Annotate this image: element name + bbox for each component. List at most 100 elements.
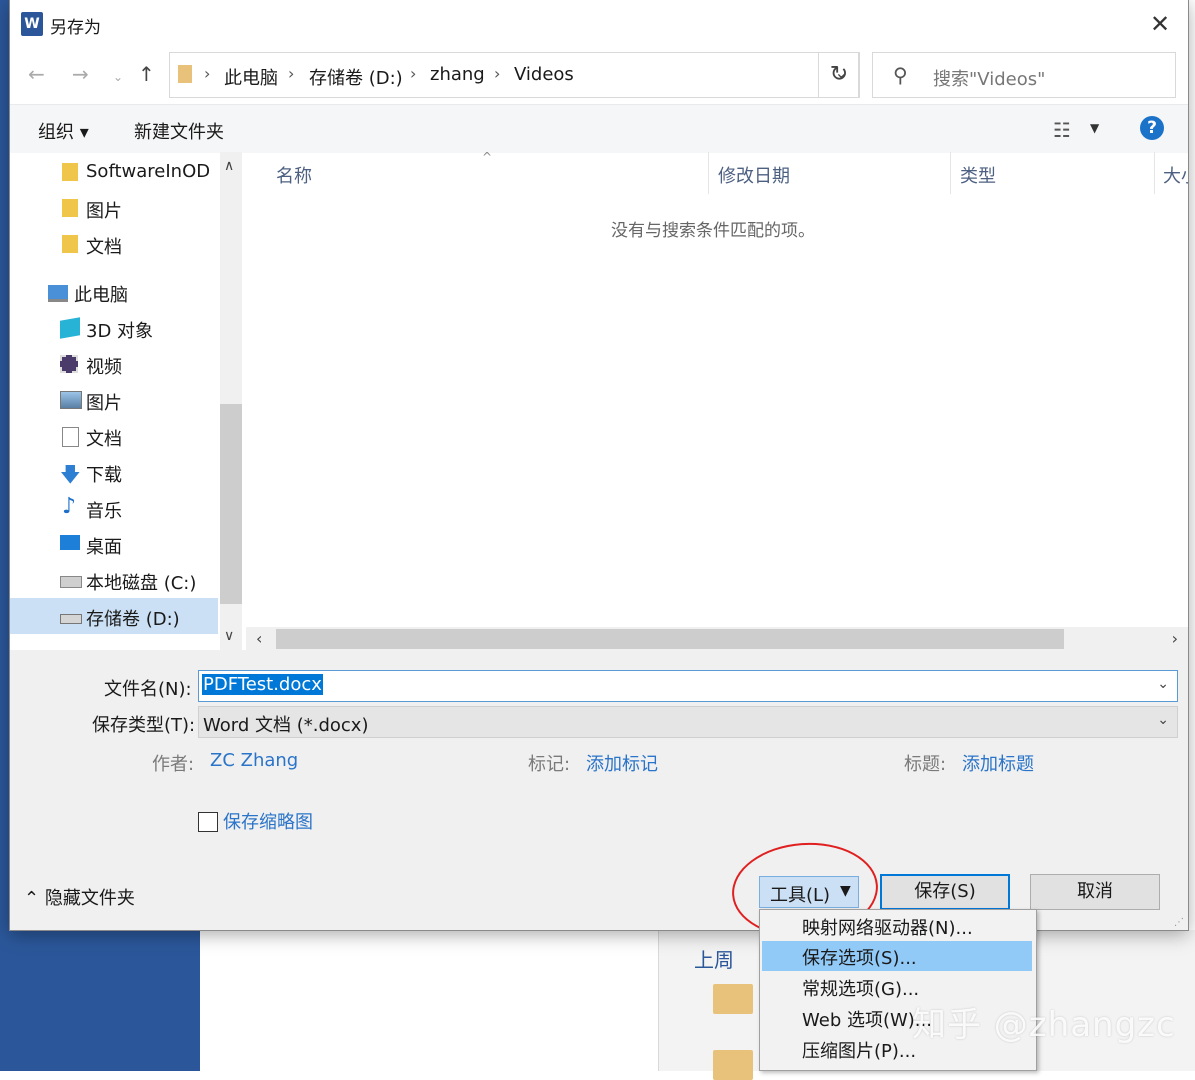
column-header-size[interactable]: 大小 xyxy=(1163,162,1188,188)
address-bar[interactable]: › 此电脑 › 存储卷 (D:) › zhang › Videos ⌄ xyxy=(169,52,859,98)
search-input[interactable]: ⚲ 搜索"Videos" xyxy=(872,52,1176,98)
chevron-down-icon[interactable]: ⌄ xyxy=(1157,676,1169,692)
download-icon: 🡇 xyxy=(60,462,81,486)
up-folder-button[interactable]: ↑ xyxy=(138,62,155,86)
sidebar-item-softwareinod[interactable]: SoftwareInOD xyxy=(10,154,218,190)
author-value[interactable]: ZC Zhang xyxy=(210,750,298,771)
refresh-button[interactable]: ↻ xyxy=(818,52,860,98)
menu-item-label: 常规选项(G)... xyxy=(802,979,920,1000)
back-button[interactable]: ← xyxy=(28,62,45,86)
close-button[interactable]: ✕ xyxy=(1140,8,1180,40)
sidebar-item-downloads[interactable]: 🡇 下载 xyxy=(10,454,218,490)
document-icon xyxy=(62,427,79,447)
cancel-button[interactable]: 取消 xyxy=(1030,874,1160,910)
save-button[interactable]: 保存(S) xyxy=(880,874,1010,910)
help-button[interactable]: ? xyxy=(1140,116,1164,140)
organize-menu[interactable]: 组织 ▾ xyxy=(38,118,89,144)
recent-section-heading: 上周 xyxy=(694,948,734,972)
title-bar: W 另存为 ✕ xyxy=(10,0,1188,48)
search-placeholder: 搜索"Videos" xyxy=(933,69,1046,90)
sidebar-item-label: 文档 xyxy=(86,429,122,450)
column-header-modified[interactable]: 修改日期 xyxy=(718,162,790,188)
sidebar-item-3d-objects[interactable]: 3D 对象 xyxy=(10,310,218,346)
sidebar-item-label: SoftwareInOD xyxy=(86,161,211,182)
cube-icon xyxy=(60,317,80,339)
sidebar-item-pictures-pinned[interactable]: 图片 xyxy=(10,190,218,226)
sidebar-item-label: 图片 xyxy=(86,201,122,222)
chevron-down-icon[interactable]: ▼ xyxy=(1090,121,1099,135)
sidebar-item-label: 下载 xyxy=(86,465,122,486)
sidebar-scrollbar[interactable]: ∧ ∨ xyxy=(220,152,242,650)
sidebar-item-drive-c[interactable]: 本地磁盘 (C:) xyxy=(10,562,218,598)
menu-item-save-options[interactable]: 保存选项(S)... xyxy=(762,941,1032,971)
scroll-left-icon[interactable]: ‹ xyxy=(256,629,262,648)
column-divider[interactable] xyxy=(1154,152,1155,194)
save-options-panel: 文件名(N): PDFTest.docx ⌄ 保存类型(T): Word 文档 … xyxy=(10,650,1188,930)
column-header-type[interactable]: 类型 xyxy=(960,162,996,188)
horizontal-scrollbar[interactable]: ‹ › xyxy=(246,627,1188,651)
breadcrumb-videos[interactable]: Videos xyxy=(514,64,574,85)
scroll-right-icon[interactable]: › xyxy=(1172,629,1178,648)
video-icon xyxy=(60,355,78,373)
navigation-pane: SoftwareInOD 图片 文档 此电脑 3D 对象 视频 图片 文档 🡇 … xyxy=(10,152,245,650)
column-header-name[interactable]: 名称 xyxy=(276,162,312,188)
save-as-dialog: W 另存为 ✕ ← → ⌄ ↑ › 此电脑 › 存储卷 (D:) › zhang… xyxy=(10,0,1188,930)
add-tags-link[interactable]: 添加标记 xyxy=(586,750,658,776)
sidebar-item-music[interactable]: ♪ 音乐 xyxy=(10,490,218,526)
folder-icon xyxy=(713,984,753,1014)
recent-locations-button[interactable]: ⌄ xyxy=(113,70,123,84)
new-folder-button[interactable]: 新建文件夹 xyxy=(134,118,224,144)
breadcrumb-zhang[interactable]: zhang xyxy=(430,64,485,85)
view-options-icon[interactable]: ☷ xyxy=(1053,118,1071,142)
scroll-down-icon[interactable]: ∨ xyxy=(224,628,234,644)
breadcrumb-this-pc[interactable]: 此电脑 xyxy=(224,64,278,90)
save-thumbnail-label[interactable]: 保存缩略图 xyxy=(223,808,313,834)
breadcrumb-drive-d[interactable]: 存储卷 (D:) xyxy=(309,64,403,90)
chevron-right-icon: › xyxy=(204,64,211,83)
menu-item-label: 压缩图片(P)... xyxy=(802,1041,917,1062)
sidebar-item-documents-pinned[interactable]: 文档 xyxy=(10,226,218,262)
sidebar-item-label: 图片 xyxy=(86,393,122,414)
scrollbar-thumb[interactable] xyxy=(220,404,242,604)
column-divider[interactable] xyxy=(708,152,709,194)
filename-value: PDFTest.docx xyxy=(202,674,323,695)
sidebar-item-this-pc[interactable]: 此电脑 xyxy=(10,274,218,310)
sidebar-item-label: 本地磁盘 (C:) xyxy=(86,573,197,594)
sidebar-item-documents[interactable]: 文档 xyxy=(10,418,218,454)
add-title-link[interactable]: 添加标题 xyxy=(962,750,1034,776)
folder-icon xyxy=(713,1050,753,1080)
desktop-icon xyxy=(60,535,80,550)
chevron-right-icon: › xyxy=(410,64,417,83)
title-label: 标题: xyxy=(904,754,947,775)
sidebar-item-pictures[interactable]: 图片 xyxy=(10,382,218,418)
hide-folders-toggle[interactable]: ⌃ 隐藏文件夹 xyxy=(24,884,135,910)
sidebar-item-desktop[interactable]: 桌面 xyxy=(10,526,218,562)
watermark: 知乎 @zhangzc xyxy=(912,1005,1176,1045)
file-list: ^ 名称 修改日期 类型 大小 没有与搜索条件匹配的项。 ‹ › xyxy=(246,150,1188,651)
column-divider[interactable] xyxy=(950,152,951,194)
save-thumbnail-checkbox[interactable] xyxy=(198,812,218,832)
scrollbar-thumb[interactable] xyxy=(276,629,1064,649)
sidebar-item-label: 文档 xyxy=(86,237,122,258)
sidebar-item-drive-d[interactable]: 存储卷 (D:) xyxy=(10,598,218,634)
sidebar-item-label: 存储卷 (D:) xyxy=(86,609,180,630)
menu-item-map-network-drive[interactable]: 映射网络驱动器(N)... xyxy=(762,911,1032,941)
sidebar-item-videos[interactable]: 视频 xyxy=(10,346,218,382)
folder-icon xyxy=(62,163,78,181)
forward-button[interactable]: → xyxy=(72,62,89,86)
filename-input[interactable]: PDFTest.docx ⌄ xyxy=(198,670,1178,702)
sidebar-item-label: 桌面 xyxy=(86,537,122,558)
scroll-up-icon[interactable]: ∧ xyxy=(224,158,234,174)
chevron-down-icon[interactable]: ⌄ xyxy=(1157,712,1169,728)
filename-label: 文件名(N): xyxy=(104,679,192,700)
author-label: 作者: xyxy=(152,754,195,775)
search-icon: ⚲ xyxy=(893,63,908,87)
word-app-icon: W xyxy=(21,12,43,36)
computer-icon xyxy=(48,285,68,302)
resize-grip-icon[interactable]: ⋰ xyxy=(1174,917,1184,928)
file-type-select[interactable]: Word 文档 (*.docx) ⌄ xyxy=(198,706,1178,738)
sidebar-item-label: 音乐 xyxy=(86,501,122,522)
folder-icon xyxy=(62,199,78,217)
tools-dropdown-menu: 映射网络驱动器(N)... 保存选项(S)... 常规选项(G)... Web … xyxy=(759,909,1037,1071)
picture-icon xyxy=(60,391,82,409)
